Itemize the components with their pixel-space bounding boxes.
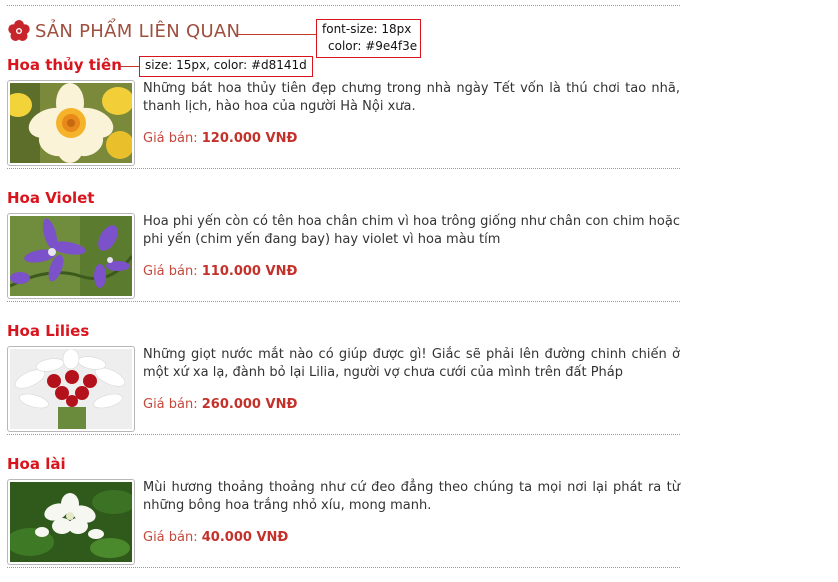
product-description: Hoa phi yến còn có tên hoa chân chim vì … <box>143 214 680 247</box>
price-value: 120.000 VNĐ <box>201 131 298 146</box>
price-value: 110.000 VNĐ <box>201 264 298 279</box>
item-annotation-box: size: 15px, color: #d8141d <box>139 56 313 77</box>
section-header: SẢN PHẨM LIÊN QUAN <box>7 16 240 46</box>
product-description: Mùi hương thoảng thoảng như cứ đeo đẳng … <box>143 480 680 513</box>
title-annotation-line1: font-size: 18px <box>322 22 412 36</box>
section-title: SẢN PHẨM LIÊN QUAN <box>35 20 241 42</box>
title-annotation-box: font-size: 18px color: #9e4f3e <box>316 19 421 58</box>
daffodil-photo <box>10 83 132 163</box>
product-title[interactable]: Hoa thủy tiên <box>7 56 122 74</box>
violet-photo <box>10 216 132 296</box>
product-price: Giá bán: 120.000 VNĐ <box>143 131 297 146</box>
price-label: Giá bán: <box>143 131 198 146</box>
flower-icon <box>7 19 31 43</box>
price-value: 260.000 VNĐ <box>201 397 298 412</box>
item-divider <box>7 434 680 435</box>
price-value: 40.000 VNĐ <box>201 530 289 545</box>
product-description: Những giọt nước mắt nào có giúp được gì!… <box>143 347 680 380</box>
item-divider <box>7 168 680 169</box>
price-label: Giá bán: <box>143 264 198 279</box>
product-image[interactable] <box>7 346 135 432</box>
product-price: Giá bán: 260.000 VNĐ <box>143 397 297 412</box>
product-price: Giá bán: 110.000 VNĐ <box>143 264 297 279</box>
jasmine-photo <box>10 482 132 562</box>
top-divider <box>7 5 680 6</box>
item-divider <box>7 567 680 568</box>
product-image[interactable] <box>7 80 135 166</box>
product-image[interactable] <box>7 479 135 565</box>
product-description: Những bát hoa thủy tiên đẹp chưng trong … <box>143 81 680 114</box>
item-divider <box>7 301 680 302</box>
product-title[interactable]: Hoa lài <box>7 455 66 473</box>
lilies-photo <box>10 349 132 429</box>
title-annotation-line2: color: #9e4f3e <box>328 39 418 53</box>
product-title[interactable]: Hoa Violet <box>7 189 94 207</box>
title-annotation-leader <box>238 34 316 35</box>
item-annotation-leader <box>118 66 139 67</box>
product-price: Giá bán: 40.000 VNĐ <box>143 530 288 545</box>
item-annotation-text: size: 15px, color: #d8141d <box>145 58 307 72</box>
price-label: Giá bán: <box>143 530 198 545</box>
price-label: Giá bán: <box>143 397 198 412</box>
product-title[interactable]: Hoa Lilies <box>7 322 89 340</box>
product-image[interactable] <box>7 213 135 299</box>
